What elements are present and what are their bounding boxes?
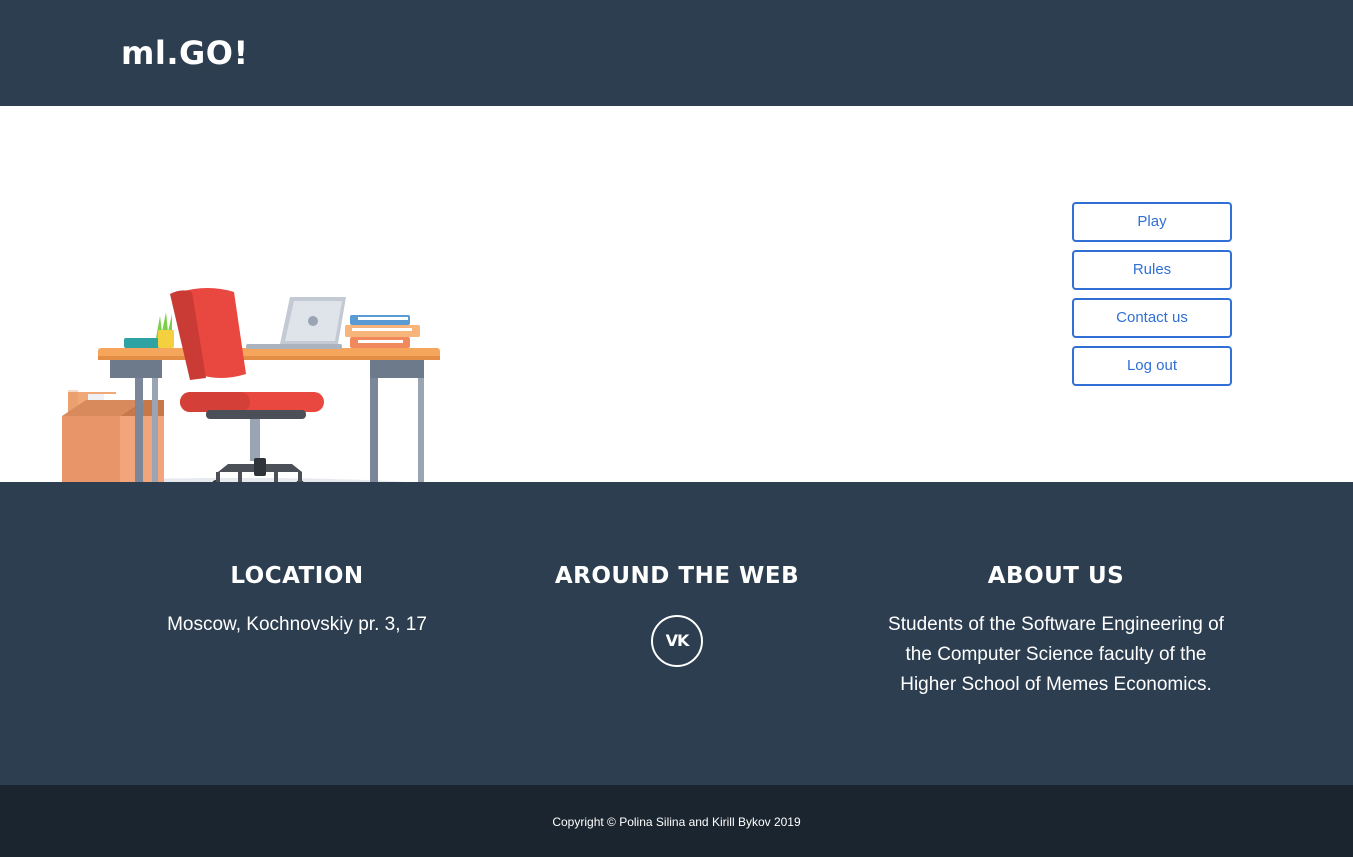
play-button[interactable]: Play — [1072, 202, 1232, 242]
desk-leg — [418, 378, 424, 486]
office-desk-illustration — [40, 288, 440, 496]
main-menu: Play Rules Contact us Log out — [1072, 202, 1232, 394]
books-icon — [345, 315, 420, 348]
plant-icon — [156, 312, 174, 348]
desk-leg — [370, 378, 378, 486]
footer-around-the-web: AROUND THE WEB VK — [487, 560, 867, 672]
copyright-text: Copyright © Polina Silina and Kirill Byk… — [552, 815, 801, 829]
navbar: ml.GO! — [0, 0, 1353, 106]
main-content: Play Rules Contact us Log out — [0, 106, 1353, 496]
location-address: Moscow, Kochnovskiy pr. 3, 17 — [167, 614, 427, 635]
desk-leg — [152, 378, 158, 486]
laptop-icon — [246, 297, 346, 349]
rules-button[interactable]: Rules — [1072, 250, 1232, 290]
log-out-button[interactable]: Log out — [1072, 346, 1232, 386]
desk-top-edge — [98, 356, 440, 360]
footer-location: LOCATION Moscow, Kochnovskiy pr. 3, 17 — [107, 560, 487, 640]
footer-about-us: ABOUT US Students of the Software Engine… — [866, 560, 1246, 700]
about-us-text: Students of the Software Engineering of … — [888, 614, 1224, 695]
around-the-web-title: AROUND THE WEB — [554, 563, 800, 589]
about-us-title: ABOUT US — [987, 563, 1125, 589]
vk-icon: VK — [665, 631, 690, 650]
book — [124, 338, 160, 348]
location-title: LOCATION — [230, 563, 364, 589]
copyright-bar: Copyright © Polina Silina and Kirill Byk… — [0, 785, 1353, 857]
cardboard-box-icon — [62, 390, 164, 490]
footer: LOCATION Moscow, Kochnovskiy pr. 3, 17 A… — [0, 482, 1353, 785]
brand-logo[interactable]: ml.GO! — [121, 33, 249, 73]
vk-link[interactable]: VK — [651, 615, 703, 667]
contact-us-button[interactable]: Contact us — [1072, 298, 1232, 338]
desk-leg — [135, 378, 143, 486]
